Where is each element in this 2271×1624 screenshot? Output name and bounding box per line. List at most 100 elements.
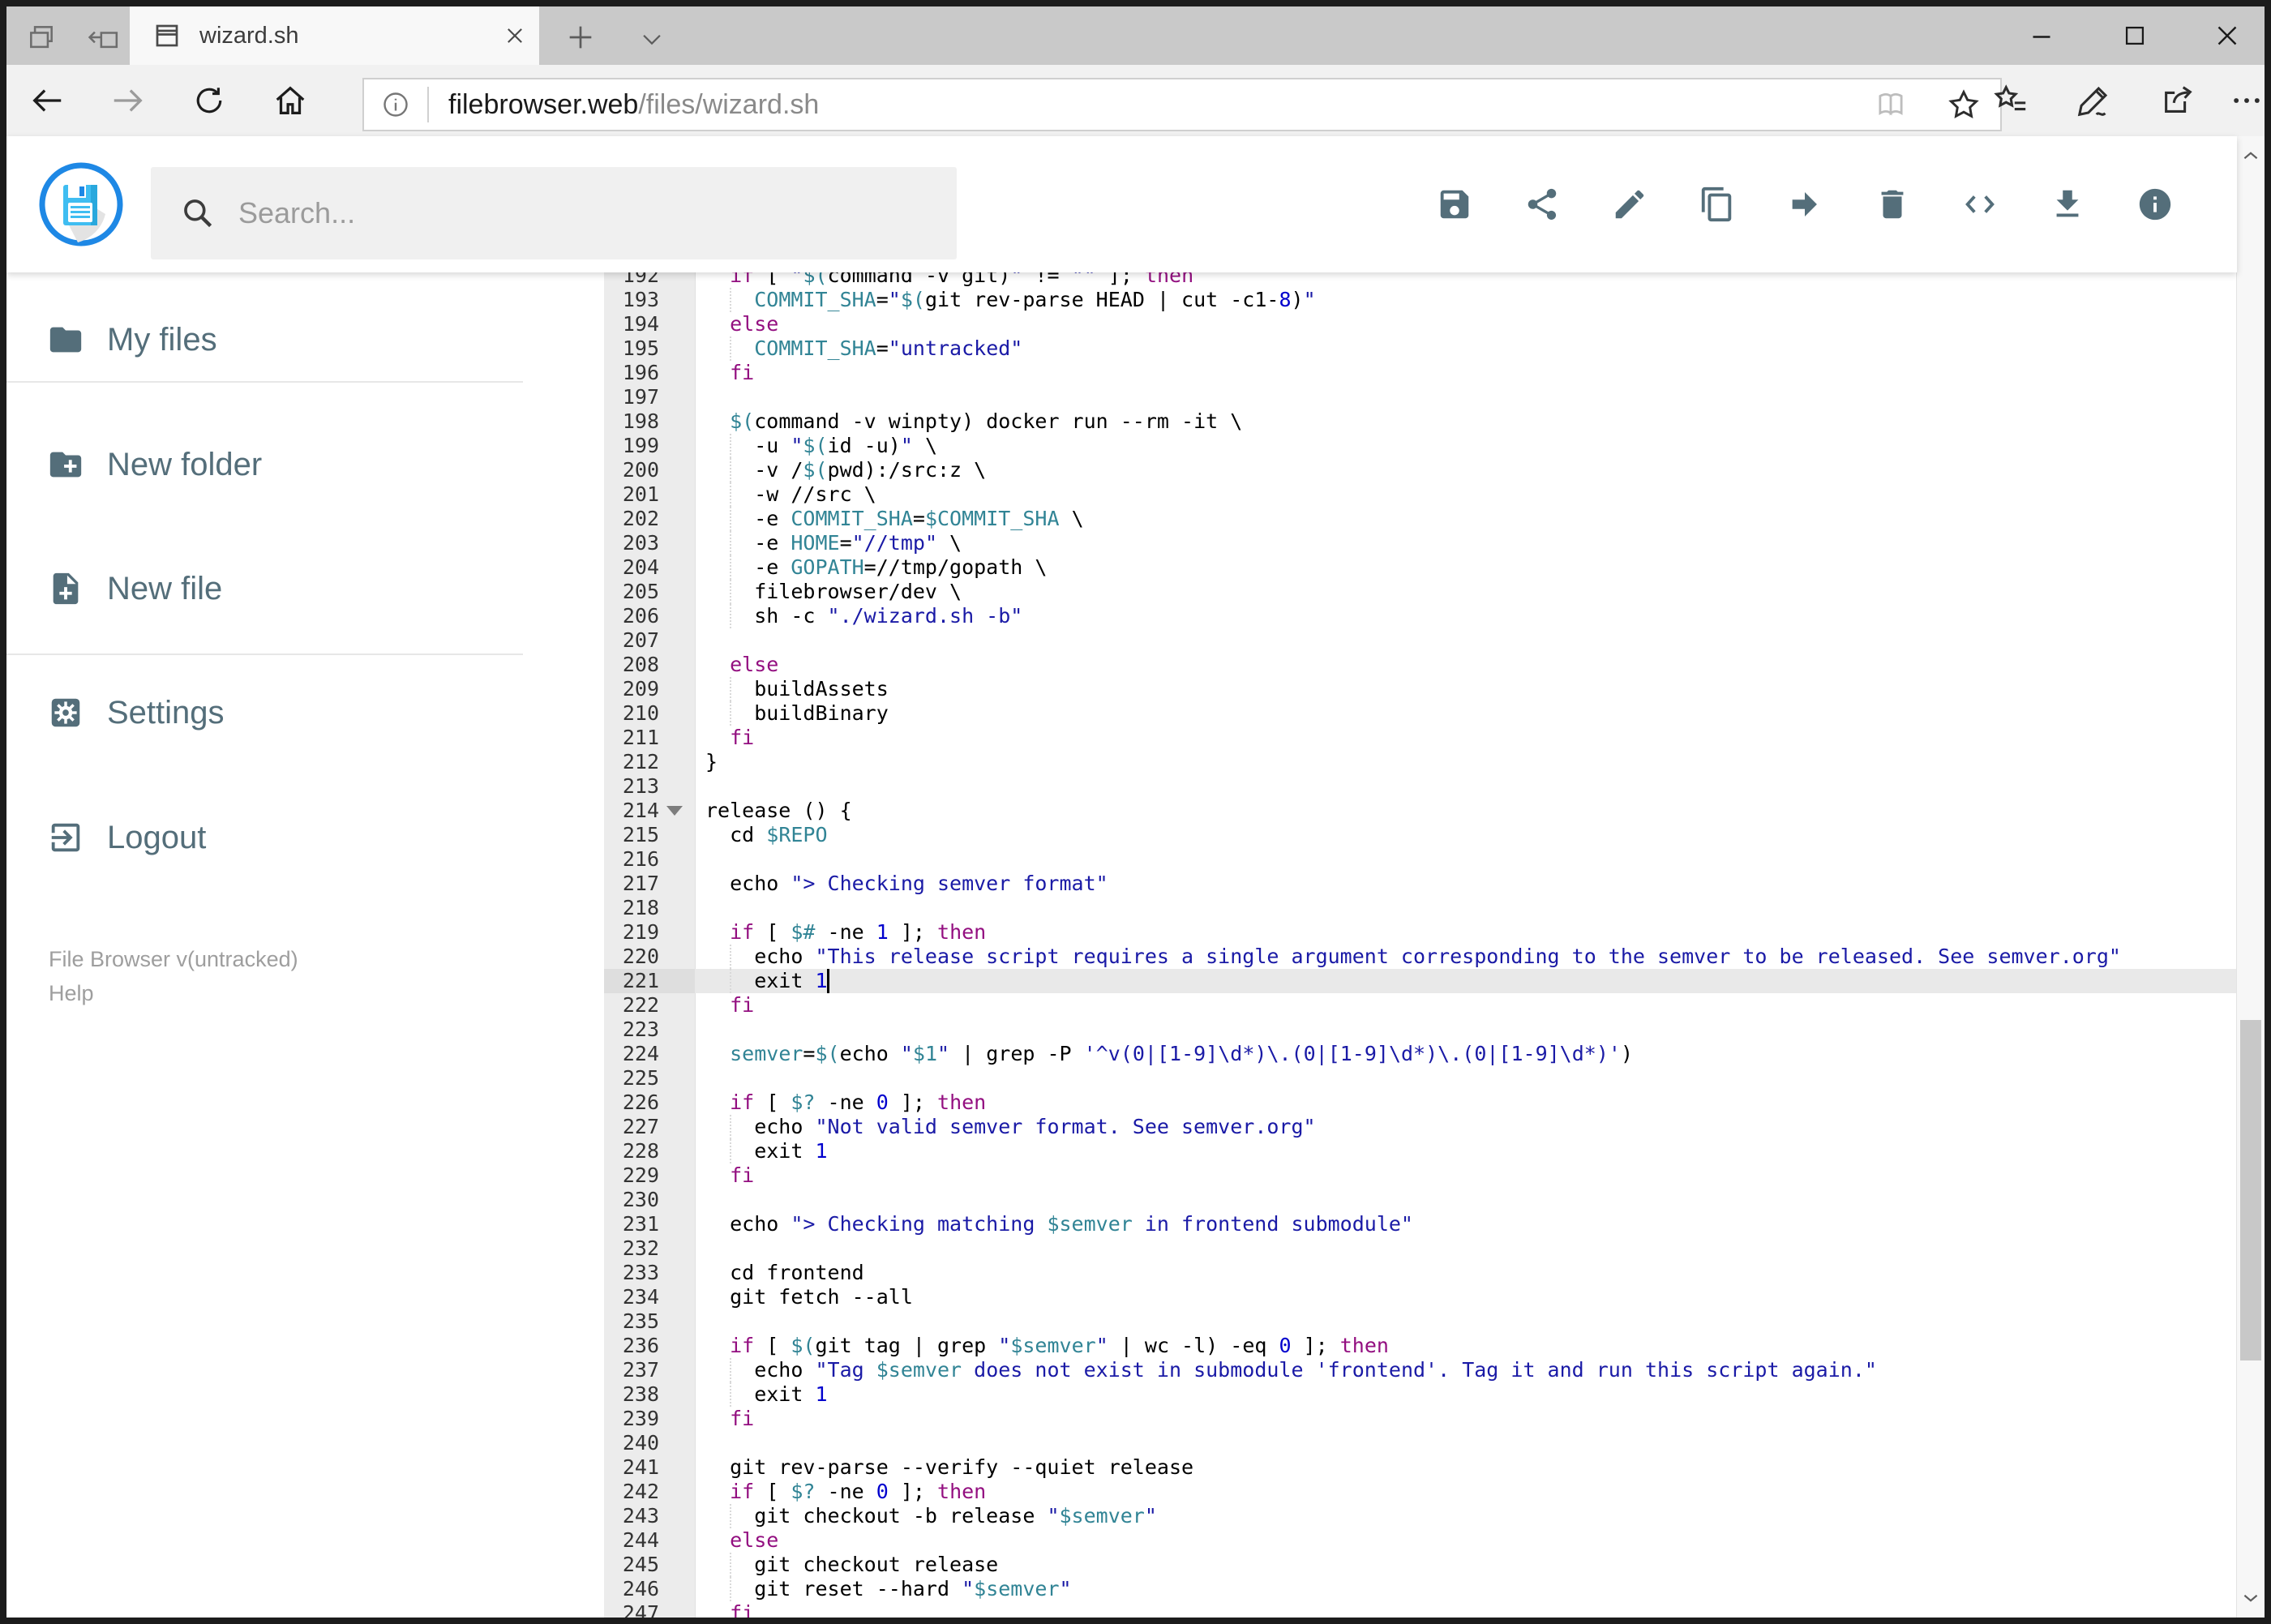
code-line[interactable]: -e COMMIT_SHA=$COMMIT_SHA \ [705,507,1083,531]
gutter-line-number: 218 [622,896,659,919]
tab-list-chevron-icon[interactable] [629,23,675,55]
code-line[interactable]: fi [705,1407,754,1431]
code-line[interactable]: if [ "$(command -v git)" != "" ]; then [705,272,1193,288]
maximize-button[interactable] [2090,6,2179,65]
code-line[interactable]: fi [705,361,754,385]
search-bar[interactable] [151,167,957,259]
share-page-icon[interactable] [2137,65,2218,136]
code-line[interactable]: release () { [705,799,852,823]
tab-close-icon[interactable] [491,11,539,60]
code-line[interactable]: if [ $# -ne 1 ]; then [705,920,986,945]
site-info-icon[interactable] [364,80,427,129]
sidebar-item-settings[interactable]: Settings [6,676,535,749]
code-line[interactable]: echo "Not valid semver format. See semve… [705,1115,1315,1139]
code-line[interactable]: cd $REPO [705,823,827,847]
code-line[interactable]: if [ $(git tag | grep "$semver" | wc -l)… [705,1334,1389,1358]
url-text[interactable]: filebrowser.web/files/wizard.sh [448,89,1854,121]
sidebar-item-new-file[interactable]: New file [6,552,535,625]
gutter-line-number: 204 [622,555,659,579]
scroll-up-icon[interactable] [2237,139,2265,172]
code-line[interactable]: echo "> Checking matching $semver in fro… [705,1212,1413,1236]
refresh-icon[interactable] [169,65,250,136]
download-button[interactable] [2049,186,2086,223]
minimize-button[interactable] [1997,6,2086,65]
share-button[interactable] [1523,186,1561,223]
code-line[interactable]: -e GOPATH=//tmp/gopath \ [705,555,1047,580]
gutter-line-number: 235 [622,1309,659,1333]
code-line[interactable]: fi [705,726,754,750]
help-link[interactable]: Help [49,976,94,1010]
delete-button[interactable] [1874,186,1911,223]
sidebar-item-my-files[interactable]: My files [6,303,535,376]
save-button[interactable] [1436,186,1473,223]
code-line[interactable]: exit 1 [705,1139,827,1163]
code-line[interactable]: COMMIT_SHA="untracked" [705,336,1022,361]
code-line[interactable]: git checkout release [705,1553,998,1577]
code-line[interactable]: else [705,1528,778,1553]
back-icon[interactable] [6,65,88,136]
code-line[interactable]: echo "This release script requires a sin… [705,945,2121,969]
edit-button[interactable] [1611,186,1648,223]
code-line[interactable]: -e HOME="//tmp" \ [705,531,962,555]
code-line[interactable]: semver=$(echo "$1" | grep -P '^v(0|[1-9]… [705,1042,1633,1066]
forward-icon[interactable] [88,65,169,136]
code-line[interactable]: else [705,312,778,336]
browser-tab[interactable]: wizard.sh [130,6,539,65]
code-line[interactable]: buildBinary [705,701,889,726]
code-line[interactable]: -w //src \ [705,482,876,507]
home-icon[interactable] [250,65,331,136]
code-line[interactable]: else [705,653,778,677]
code-line[interactable]: git rev-parse --verify --quiet release [705,1455,1193,1480]
code-line[interactable]: fi [705,993,754,1018]
code-line[interactable]: -u "$(id -u)" \ [705,434,937,458]
code-line[interactable]: if [ $? -ne 0 ]; then [705,1480,986,1504]
close-button[interactable] [2183,6,2271,65]
search-input[interactable] [237,195,905,231]
code-line[interactable]: git reset --hard "$semver" [705,1577,1071,1601]
gutter-line-number: 208 [622,653,659,676]
code-line[interactable]: if [ $? -ne 0 ]; then [705,1091,986,1115]
copy-button[interactable] [1699,186,1736,223]
code-line[interactable]: exit 1 [705,1382,827,1407]
sidebar: My files New folder New file Settings Lo… [6,272,535,1618]
page-scrollbar[interactable] [2236,136,2265,1618]
code-line[interactable]: } [705,750,718,774]
hub-favorites-icon[interactable] [1970,65,2051,136]
code-line[interactable]: filebrowser/dev \ [705,580,962,604]
code-line[interactable]: cd frontend [705,1261,864,1285]
code-editor[interactable]: 192 if [ "$(command -v git)" != "" ]; th… [535,272,2239,1618]
app-version-text: File Browser v(untracked) [49,947,298,971]
reading-view-icon[interactable] [1854,80,1927,129]
gutter-line-number: 202 [622,507,659,530]
move-button[interactable] [1786,186,1823,223]
code-line[interactable]: exit 1 [705,969,827,993]
code-line[interactable]: echo "> Checking semver format" [705,872,1108,896]
code-line[interactable]: git checkout -b release "$semver" [705,1504,1157,1528]
code-line[interactable]: -v /$(pwd):/src:z \ [705,458,986,482]
code-view-button[interactable] [1961,186,1999,223]
gutter-line-number: 223 [622,1018,659,1041]
scroll-down-icon[interactable] [2237,1582,2265,1614]
code-line[interactable]: git fetch --all [705,1285,913,1309]
code-line[interactable]: COMMIT_SHA="$(git rev-parse HEAD | cut -… [705,288,1315,312]
more-options-icon[interactable] [2214,65,2271,136]
info-button[interactable] [2136,186,2174,223]
new-tab-icon[interactable] [558,19,603,55]
code-line[interactable]: sh -c "./wizard.sh -b" [705,604,1022,628]
fold-widget-icon[interactable] [666,806,683,816]
set-tabs-aside-icon[interactable] [81,21,126,54]
code-line[interactable]: buildAssets [705,677,889,701]
annotate-pen-icon[interactable] [2054,65,2135,136]
code-line[interactable]: $(command -v winpty) docker run --rm -it… [705,409,1242,434]
code-line[interactable]: fi [705,1163,754,1188]
sidebar-item-new-folder[interactable]: New folder [6,428,535,501]
gutter-line-number: 210 [622,701,659,725]
address-bar[interactable]: filebrowser.web/files/wizard.sh [362,78,2002,131]
code-line[interactable]: echo "Tag $semver does not exist in subm… [705,1358,1877,1382]
code-line[interactable]: fi [705,1601,754,1618]
app-logo[interactable] [37,161,125,248]
scrollbar-thumb[interactable] [2240,1020,2261,1360]
sidebar-divider [6,653,523,655]
sidebar-item-logout[interactable]: Logout [6,801,535,874]
tab-preview-icon[interactable] [21,21,62,54]
